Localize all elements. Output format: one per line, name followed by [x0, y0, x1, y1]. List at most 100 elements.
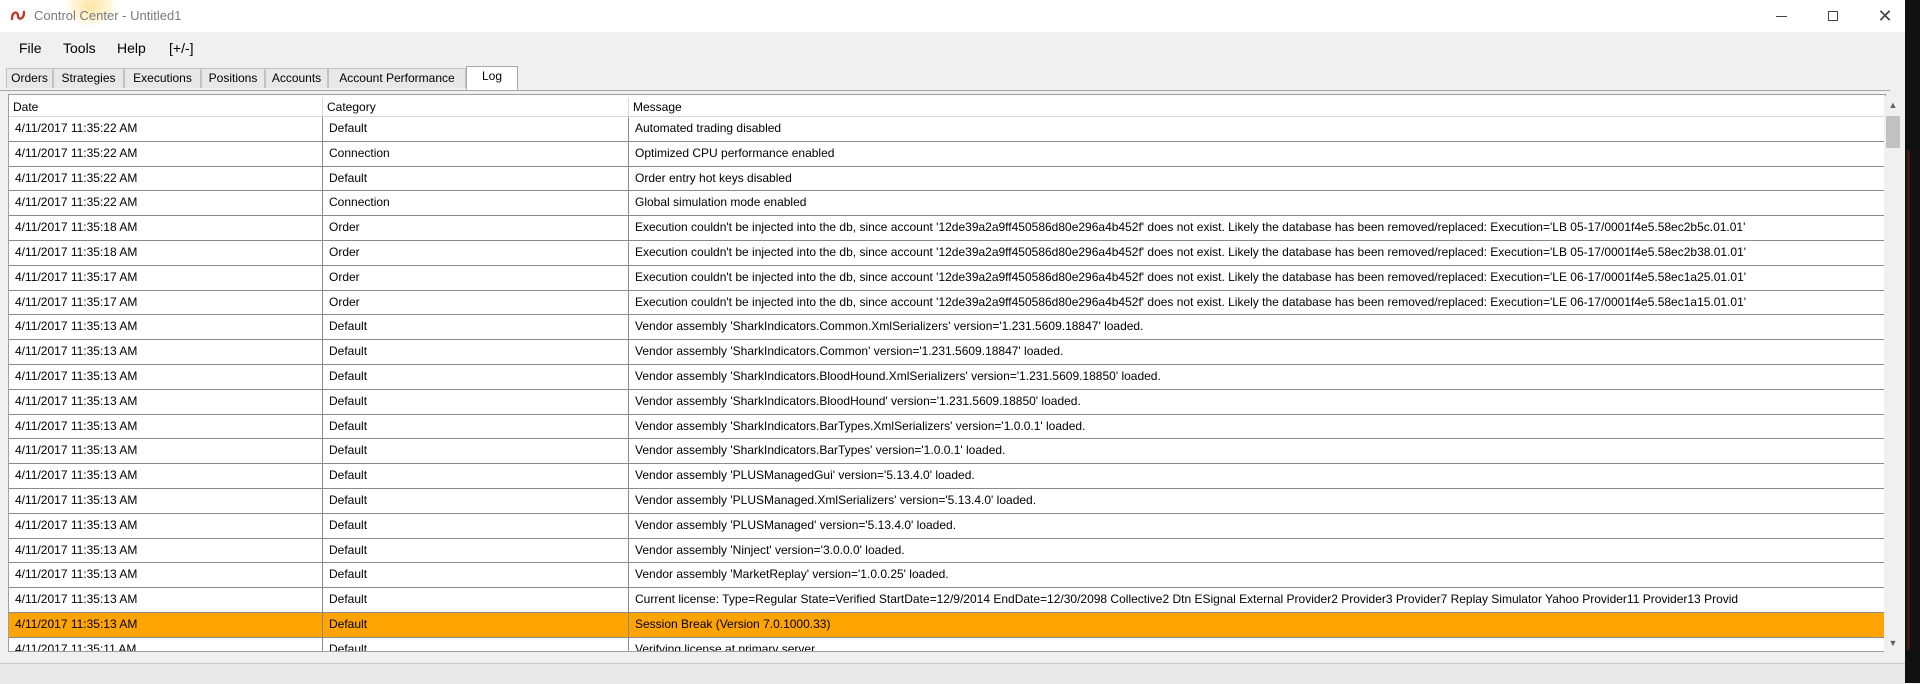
cell-message: Vendor assembly 'SharkIndicators.BloodHo…	[629, 365, 1885, 389]
vertical-scrollbar[interactable]: ▲ ▼	[1884, 96, 1902, 652]
cell-message: Optimized CPU performance enabled	[629, 142, 1885, 166]
cell-category: Connection	[323, 141, 629, 166]
table-row[interactable]: 4/11/2017 11:35:13 AM Default Vendor assem…	[9, 439, 1885, 465]
cell-message: Order entry hot keys disabled	[629, 167, 1885, 191]
cell-date: 4/11/2017 11:35:18 AM	[9, 216, 323, 240]
table-row[interactable]: 4/11/2017 11:35:13 AM Default Vendor assem…	[9, 488, 1885, 514]
cell-category: Connection	[323, 191, 629, 216]
cell-message: Session Break (Version 7.0.1000.33)	[629, 613, 1885, 637]
cell-category: Default	[323, 117, 629, 141]
cell-message: Verifying license at primary server	[629, 638, 1885, 651]
scroll-down-arrow-icon[interactable]: ▼	[1884, 634, 1902, 652]
table-row[interactable]: 4/11/2017 11:35:17 AM Order Execution coul…	[9, 290, 1885, 316]
cell-category: Default	[323, 389, 629, 414]
table-row[interactable]: 4/11/2017 11:35:22 AM Default Order entry …	[9, 166, 1885, 192]
table-row[interactable]: 4/11/2017 11:35:17 AM Order Execution coul…	[9, 265, 1885, 291]
table-row[interactable]: 4/11/2017 11:35:13 AM Default Vendor assem…	[9, 538, 1885, 564]
cell-date: 4/11/2017 11:35:13 AM	[9, 340, 323, 364]
table-row[interactable]: 4/11/2017 11:35:13 AM Default Vendor assem…	[9, 340, 1885, 365]
table-row[interactable]: 4/11/2017 11:35:13 AM Default Vendor assem…	[9, 364, 1885, 390]
scroll-up-arrow-icon[interactable]: ▲	[1884, 96, 1902, 114]
scrollbar-thumb[interactable]	[1886, 116, 1900, 148]
table-row[interactable]: 4/11/2017 11:35:22 AM Connection Global si…	[9, 191, 1885, 217]
cell-message: Vendor assembly 'PLUSManaged.XmlSerializ…	[629, 489, 1885, 513]
cell-message: Execution couldn't be injected into the …	[629, 266, 1885, 290]
cell-date: 4/11/2017 11:35:13 AM	[9, 364, 323, 389]
menu-tools[interactable]: Tools	[63, 40, 96, 56]
cell-date: 4/11/2017 11:35:13 AM	[9, 513, 323, 538]
table-row[interactable]: 4/11/2017 11:35:22 AM Connection Optimized…	[9, 141, 1885, 167]
cell-date: 4/11/2017 11:35:22 AM	[9, 141, 323, 166]
column-header-category[interactable]: Category	[323, 98, 629, 116]
table-row[interactable]: 4/11/2017 11:35:22 AM Default Automated tr…	[9, 117, 1885, 142]
window-title: Control Center - Untitled1	[34, 8, 182, 23]
cell-date: 4/11/2017 11:35:13 AM	[9, 414, 323, 439]
cell-category: Default	[323, 315, 629, 340]
table-row[interactable]: 4/11/2017 11:35:13 AM Default Current lice…	[9, 588, 1885, 613]
cell-message: Automated trading disabled	[629, 117, 1885, 141]
maximize-button[interactable]	[1807, 0, 1859, 32]
tab-strategies[interactable]: Strategies	[53, 68, 124, 88]
table-row[interactable]: 4/11/2017 11:35:18 AM Order Execution coul…	[9, 216, 1885, 241]
column-header-date[interactable]: Date	[9, 98, 323, 116]
cell-category: Default	[323, 563, 629, 588]
cell-message: Vendor assembly 'SharkIndicators.Common'…	[629, 340, 1885, 364]
table-row[interactable]: 4/11/2017 11:35:13 AM Default Vendor assem…	[9, 563, 1885, 589]
close-button[interactable]: ✕	[1859, 0, 1911, 32]
cell-category: Order	[323, 290, 629, 315]
table-row[interactable]: 4/11/2017 11:35:11 AM Default Verifying li…	[9, 637, 1885, 651]
tab-log[interactable]: Log	[466, 66, 518, 90]
cell-message: Current license: Type=Regular State=Veri…	[629, 588, 1885, 612]
minimize-button[interactable]	[1755, 0, 1807, 32]
cell-message: Vendor assembly 'PLUSManaged' version='5…	[629, 514, 1885, 538]
cell-message: Vendor assembly 'MarketReplay' version='…	[629, 563, 1885, 587]
maximize-icon	[1828, 11, 1838, 21]
cell-category: Default	[323, 340, 629, 364]
cell-category: Default	[323, 414, 629, 439]
menu-file[interactable]: File	[19, 40, 42, 56]
grid-header: Date Category Message	[9, 98, 1885, 117]
table-row[interactable]: 4/11/2017 11:35:13 AM Default Vendor assem…	[9, 414, 1885, 440]
status-bar	[0, 663, 1905, 684]
cell-date: 4/11/2017 11:35:13 AM	[9, 439, 323, 464]
tab-orders[interactable]: Orders	[6, 68, 53, 88]
table-row[interactable]: 4/11/2017 11:35:18 AM Order Execution coul…	[9, 240, 1885, 266]
cell-date: 4/11/2017 11:35:18 AM	[9, 240, 323, 265]
table-row[interactable]: 4/11/2017 11:35:13 AM Default Vendor assem…	[9, 513, 1885, 539]
cell-category: Default	[323, 612, 629, 637]
cell-category: Default	[323, 166, 629, 191]
table-row[interactable]: 4/11/2017 11:35:13 AM Default Vendor assem…	[9, 389, 1885, 415]
tab-positions[interactable]: Positions	[201, 68, 265, 88]
cell-message: Vendor assembly 'Ninject' version='3.0.0…	[629, 539, 1885, 563]
cell-message: Execution couldn't be injected into the …	[629, 216, 1885, 240]
menu-toggle[interactable]: [+/-]	[169, 40, 194, 56]
cell-date: 4/11/2017 11:35:11 AM	[9, 637, 323, 651]
log-grid[interactable]: Date Category Message 4/11/2017 11:35:22…	[8, 94, 1886, 652]
tab-executions[interactable]: Executions	[124, 68, 201, 88]
column-header-message[interactable]: Message	[629, 98, 1885, 116]
cell-category: Default	[323, 439, 629, 464]
cell-message: Vendor assembly 'PLUSManagedGui' version…	[629, 464, 1885, 488]
cell-category: Default	[323, 464, 629, 488]
cell-date: 4/11/2017 11:35:17 AM	[9, 290, 323, 315]
cell-date: 4/11/2017 11:35:13 AM	[9, 389, 323, 414]
cell-category: Order	[323, 216, 629, 240]
background-edge	[1905, 0, 1920, 683]
menu-help[interactable]: Help	[117, 40, 146, 56]
cell-category: Default	[323, 364, 629, 389]
cell-date: 4/11/2017 11:35:13 AM	[9, 538, 323, 563]
tab-accounts[interactable]: Accounts	[265, 68, 328, 88]
cell-category: Order	[323, 265, 629, 290]
cell-date: 4/11/2017 11:35:13 AM	[9, 464, 323, 488]
cell-date: 4/11/2017 11:35:17 AM	[9, 265, 323, 290]
cell-category: Default	[323, 513, 629, 538]
cell-date: 4/11/2017 11:35:13 AM	[9, 588, 323, 612]
log-rows: 4/11/2017 11:35:22 AM Default Automated tr…	[9, 117, 1885, 651]
cell-category: Order	[323, 240, 629, 265]
cell-date: 4/11/2017 11:35:22 AM	[9, 191, 323, 216]
table-row[interactable]: 4/11/2017 11:35:13 AM Default Vendor assem…	[9, 315, 1885, 341]
tab-account-performance[interactable]: Account Performance	[328, 68, 466, 88]
table-row[interactable]: 4/11/2017 11:35:13 AM Default Vendor assem…	[9, 464, 1885, 489]
table-row[interactable]: 4/11/2017 11:35:13 AM Default Session Brea…	[9, 612, 1885, 638]
cell-category: Default	[323, 588, 629, 612]
